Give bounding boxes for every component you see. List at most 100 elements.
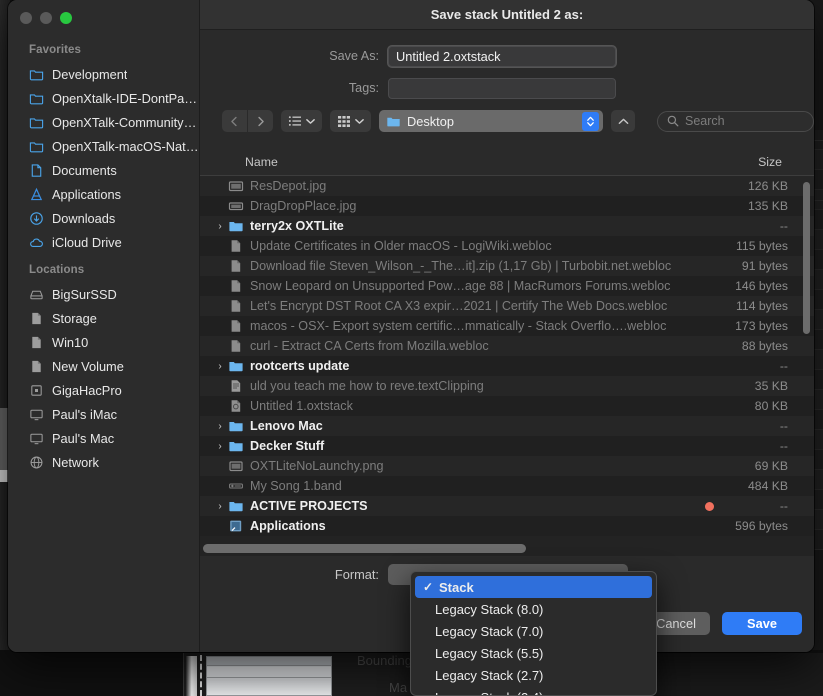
save-dialog: Favorites Development OpenXtalk-IDE-Dont… (8, 0, 814, 652)
sidebar-item-openxtalk-ide-dontpanic[interactable]: OpenXtalk-IDE-DontPani… (8, 86, 199, 110)
file-size: -- (779, 419, 788, 433)
sidebar-item-bigsurssd[interactable]: BigSurSSD (8, 282, 199, 306)
menu-item-label: Legacy Stack (2.4) (435, 690, 543, 696)
sidebar-item-storage[interactable]: Storage (8, 306, 199, 330)
menu-item-legacy-stack-24[interactable]: Legacy Stack (2.4) (411, 686, 656, 696)
file-name: macos - OSX- Export system certific…mmat… (250, 319, 667, 333)
view-group-button[interactable] (330, 110, 371, 132)
menu-item-label: Stack (439, 579, 474, 595)
sidebar-section-locations-header: Locations (29, 264, 85, 276)
sidebar-item-pauls-mac[interactable]: Paul's Mac (8, 426, 199, 450)
vertical-scrollbar[interactable] (803, 182, 810, 334)
list-view-icon (288, 116, 301, 126)
table-row[interactable]: Download file Steven_Wilson_-_The…it].zi… (200, 256, 814, 276)
field-area: Save As: Tags: (200, 30, 814, 148)
folder-icon (29, 117, 44, 128)
folder-icon (29, 69, 44, 80)
table-row[interactable]: macos - OSX- Export system certific…mmat… (200, 316, 814, 336)
table-row[interactable]: Update Certificates in Older macOS - Log… (200, 236, 814, 256)
table-row[interactable]: Untitled 1.oxtstack 80 KB (200, 396, 814, 416)
background-document-guide (200, 655, 202, 696)
sidebar-item-label: OpenXtalk-IDE-DontPani… (52, 90, 199, 106)
disclosure-triangle[interactable]: › (212, 361, 228, 372)
sidebar-item-win10[interactable]: Win10 (8, 330, 199, 354)
format-dropdown-menu[interactable]: ✓ Stack Legacy Stack (8.0) Legacy Stack … (410, 571, 657, 696)
menu-item-legacy-stack-70[interactable]: Legacy Stack (7.0) (411, 620, 656, 642)
file-size: 91 bytes (741, 259, 788, 273)
disclosure-triangle[interactable]: › (212, 421, 228, 432)
sidebar-item-network[interactable]: Network (8, 450, 199, 474)
tags-input[interactable] (388, 77, 616, 99)
sidebar: Favorites Development OpenXtalk-IDE-Dont… (8, 0, 200, 652)
column-header-name[interactable]: Name (245, 155, 278, 169)
table-row[interactable]: › rootcerts update -- (200, 356, 814, 376)
minimize-button[interactable] (40, 12, 52, 24)
horizontal-scrollbar[interactable] (203, 544, 526, 553)
back-button[interactable] (222, 110, 247, 132)
table-row[interactable]: curl - Extract CA Certs from Mozilla.web… (200, 336, 814, 356)
file-list[interactable]: ResDepot.jpg 126 KB DragDropPlace.jpg 13… (200, 176, 814, 541)
sidebar-item-label: Applications (52, 186, 122, 202)
table-row[interactable]: Applications 596 bytes (200, 516, 814, 536)
table-row[interactable]: › ACTIVE PROJECTS -- (200, 496, 814, 516)
tags-label: Tags: (348, 81, 379, 95)
dialog-content: Save stack Untitled 2 as: Save As: Tags: (200, 0, 814, 652)
sidebar-item-gigahacpro[interactable]: GigaHacPro (8, 378, 199, 402)
table-row[interactable]: › terry2x OXTLite -- (200, 216, 814, 236)
column-header-size[interactable]: Size (758, 155, 782, 169)
sidebar-item-development[interactable]: Development (8, 62, 199, 86)
save-button[interactable]: Save (722, 612, 802, 635)
document-icon (31, 163, 42, 177)
sidebar-item-new-volume[interactable]: New Volume (8, 354, 199, 378)
file-size: 484 KB (748, 479, 788, 493)
file-name: Download file Steven_Wilson_-_The…it].zi… (250, 259, 672, 273)
file-name: uld you teach me how to reve.textClippin… (250, 379, 484, 393)
navigation-toolbar: Desktop Search (200, 104, 814, 142)
file-name: Let's Encrypt DST Root CA X3 expir…2021 … (250, 299, 668, 313)
menu-item-legacy-stack-27[interactable]: Legacy Stack (2.7) (411, 664, 656, 686)
save-as-input[interactable] (388, 45, 616, 67)
menu-item-legacy-stack-55[interactable]: Legacy Stack (5.5) (411, 642, 656, 664)
close-button[interactable] (20, 12, 32, 24)
table-row[interactable]: DragDropPlace.jpg 135 KB (200, 196, 814, 216)
table-row[interactable]: Snow Leopard on Unsupported Pow…age 88 |… (200, 276, 814, 296)
sidebar-item-openxtalk-macos-native[interactable]: OpenXTalk-macOS-Nativ… (8, 134, 199, 158)
sidebar-item-label: New Volume (52, 358, 124, 374)
sidebar-item-downloads[interactable]: Downloads (8, 206, 199, 230)
save-as-label: Save As: (329, 49, 379, 63)
table-row[interactable]: ResDepot.jpg 126 KB (200, 176, 814, 196)
volume-icon (32, 360, 41, 372)
display-icon (30, 433, 43, 444)
table-row[interactable]: › Lenovo Mac -- (200, 416, 814, 436)
disclosure-triangle[interactable]: › (212, 441, 228, 452)
location-popup-button[interactable]: Desktop (379, 110, 603, 132)
folder-icon (29, 141, 44, 152)
disclosure-triangle[interactable]: › (212, 221, 228, 232)
background-document-card (206, 656, 332, 696)
table-row[interactable]: uld you teach me how to reve.textClippin… (200, 376, 814, 396)
table-row[interactable]: My Song 1.band 484 KB (200, 476, 814, 496)
sidebar-item-openxtalk-community[interactable]: OpenXTalk-Community-… (8, 110, 199, 134)
sidebar-item-pauls-imac[interactable]: Paul's iMac (8, 402, 199, 426)
band-icon (229, 483, 243, 489)
background-label-ma: Ma (389, 680, 408, 695)
file-name: OXTLiteNoLaunchy.png (250, 459, 384, 473)
table-row[interactable]: OXTLiteNoLaunchy.png 69 KB (200, 456, 814, 476)
menu-item-legacy-stack-80[interactable]: Legacy Stack (8.0) (411, 598, 656, 620)
forward-button[interactable] (248, 110, 273, 132)
table-row[interactable]: › Decker Stuff -- (200, 436, 814, 456)
search-field[interactable]: Search (657, 110, 814, 132)
sidebar-item-documents[interactable]: Documents (8, 158, 199, 182)
sidebar-item-applications[interactable]: Applications (8, 182, 199, 206)
file-size: -- (779, 219, 788, 233)
zoom-button[interactable] (60, 12, 72, 24)
table-row[interactable]: Let's Encrypt DST Root CA X3 expir…2021 … (200, 296, 814, 316)
checkmark-icon: ✓ (423, 580, 434, 594)
menu-item-stack[interactable]: ✓ Stack (415, 576, 652, 598)
search-placeholder: Search (685, 114, 725, 128)
go-up-button[interactable] (611, 110, 635, 132)
view-list-button[interactable] (281, 110, 322, 132)
sidebar-item-icloud-drive[interactable]: iCloud Drive (8, 230, 199, 254)
image-icon (229, 461, 243, 472)
disclosure-triangle[interactable]: › (212, 501, 228, 512)
